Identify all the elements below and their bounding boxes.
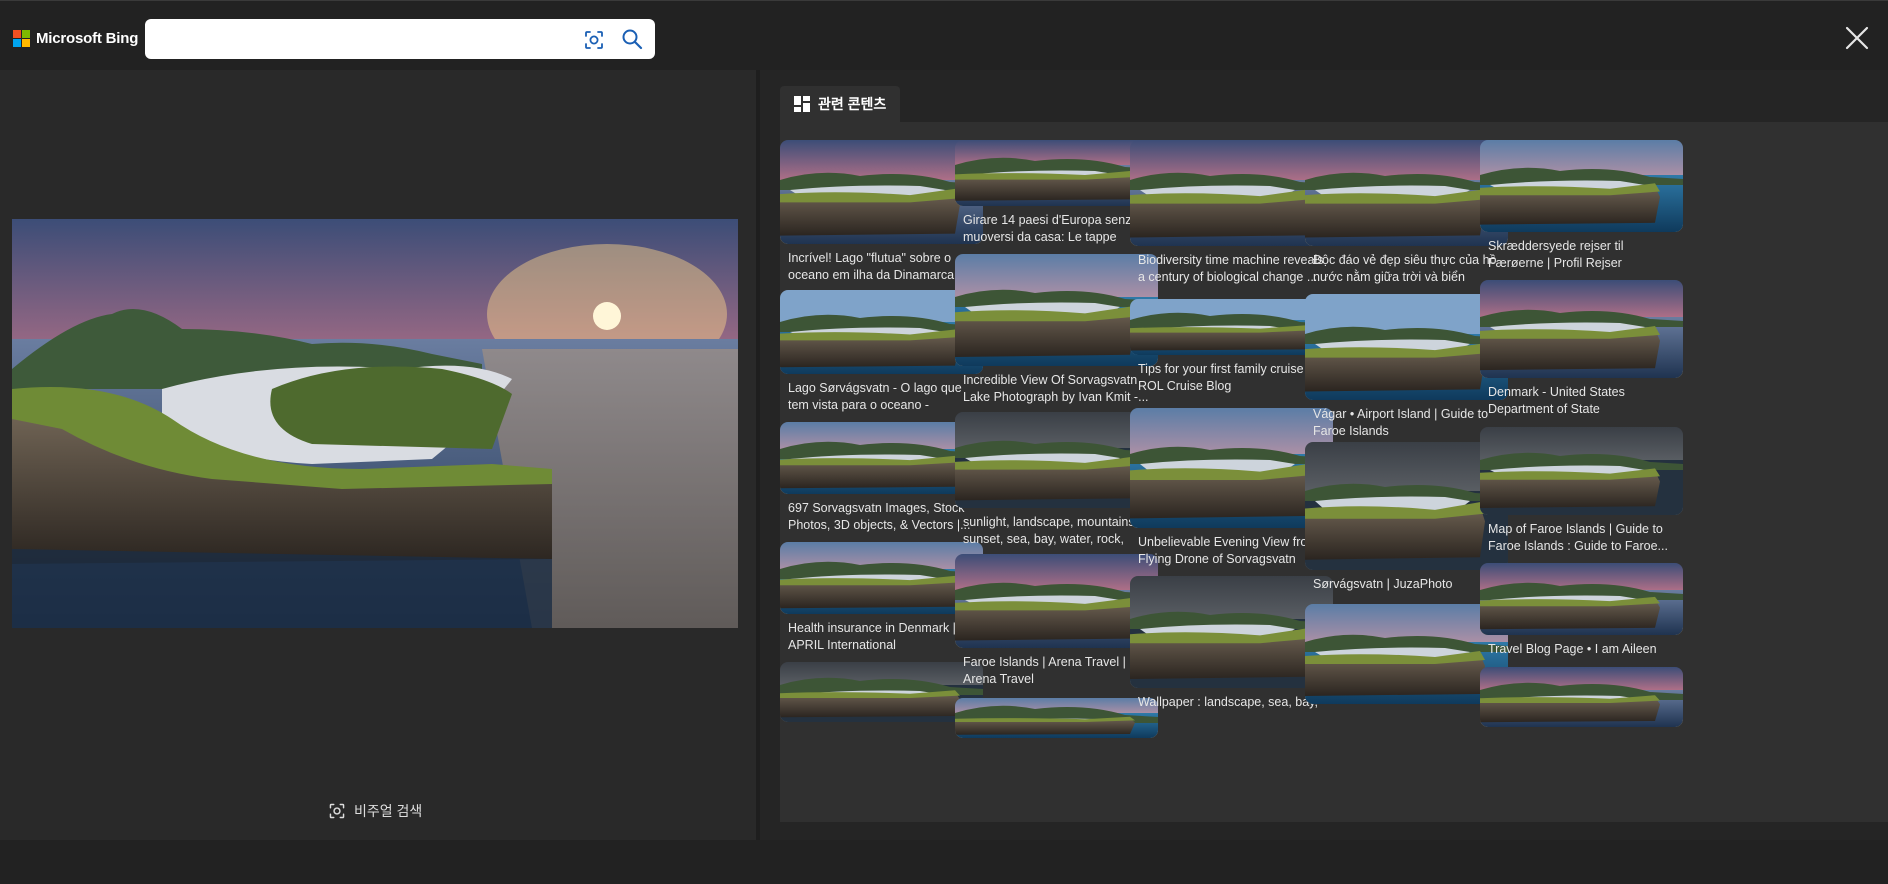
result-card[interactable]: 697 Sorvagsvatn Images, Stock Photos, 3D… xyxy=(780,422,983,534)
result-card[interactable]: Faroe Islands | Arena Travel | Arena Tra… xyxy=(955,554,1158,688)
visual-search-icon[interactable] xyxy=(583,29,605,51)
result-card[interactable]: Tips for your first family cruise | ROL … xyxy=(1130,299,1333,395)
result-caption[interactable]: Tips for your first family cruise | ROL … xyxy=(1130,361,1333,395)
grid-icon xyxy=(794,96,810,112)
result-thumbnail xyxy=(1130,408,1333,528)
result-thumbnail xyxy=(955,140,1158,206)
result-thumbnail xyxy=(1305,442,1508,570)
result-card[interactable] xyxy=(780,662,983,762)
result-thumbnail xyxy=(955,698,1158,738)
tab-related-content[interactable]: 관련 콘텐츠 xyxy=(780,86,900,122)
result-thumbnail xyxy=(1480,140,1683,232)
result-card[interactable]: Wallpaper : landscape, sea, bay, xyxy=(1130,576,1333,728)
result-thumbnail xyxy=(1130,576,1333,688)
result-caption[interactable] xyxy=(1480,733,1683,767)
top-bar: Microsoft Bing xyxy=(0,0,1888,70)
result-thumbnail xyxy=(1480,563,1683,635)
result-thumbnail xyxy=(1130,299,1333,355)
result-card[interactable]: Skræddersyede rejser til Færøerne | Prof… xyxy=(1480,140,1683,272)
visual-search-button[interactable]: 비주얼 검색 xyxy=(328,801,422,821)
bing-logo[interactable]: Microsoft Bing xyxy=(13,30,138,47)
result-caption[interactable]: sunlight, landscape, mountains, sunset, … xyxy=(955,514,1158,548)
result-thumbnail xyxy=(955,412,1158,508)
result-card[interactable] xyxy=(1480,667,1683,767)
search-icon[interactable] xyxy=(621,28,643,50)
result-caption[interactable]: Health insurance in Denmark | APRIL Inte… xyxy=(780,620,983,654)
result-card[interactable]: Incrível! Lago "flutua" sobre o oceano e… xyxy=(780,140,983,284)
result-caption[interactable]: Biodiversity time machine reveals a cent… xyxy=(1130,252,1333,286)
related-content-pane: 관련 콘텐츠 Incrível! Lago "flutua" sobre o o… xyxy=(760,70,1888,840)
result-thumbnail xyxy=(1305,604,1508,704)
result-thumbnail xyxy=(1480,667,1683,727)
result-caption[interactable] xyxy=(955,744,1158,778)
logo-text: Microsoft Bing xyxy=(36,30,139,47)
result-thumbnail xyxy=(1305,140,1508,246)
result-caption[interactable]: Faroe Islands | Arena Travel | Arena Tra… xyxy=(955,654,1158,688)
result-thumbnail xyxy=(780,290,983,374)
result-thumbnail xyxy=(1130,140,1333,246)
result-card[interactable]: Sørvágsvatn | JuzaPhoto xyxy=(1305,442,1508,610)
result-caption[interactable]: Map of Faroe Islands | Guide to Faroe Is… xyxy=(1480,521,1683,555)
result-card[interactable]: Vágar • Airport Island | Guide to Faroe … xyxy=(1305,294,1508,440)
result-thumbnail xyxy=(1305,294,1508,400)
result-card[interactable]: Denmark - United States Department of St… xyxy=(1480,280,1683,418)
result-thumbnail xyxy=(780,422,983,494)
result-card[interactable] xyxy=(1305,604,1508,744)
result-thumbnail xyxy=(955,554,1158,648)
result-caption[interactable]: 697 Sorvagsvatn Images, Stock Photos, 3D… xyxy=(780,500,983,534)
microsoft-logo-icon xyxy=(13,30,30,47)
result-caption[interactable]: Vágar • Airport Island | Guide to Faroe … xyxy=(1305,406,1508,440)
result-card[interactable]: Lago Sørvágsvatn - O lago que tem vista … xyxy=(780,290,983,414)
visual-search-label: 비주얼 검색 xyxy=(354,803,423,819)
visual-search-icon xyxy=(329,803,345,819)
result-card[interactable]: Travel Blog Page • I am Aileen xyxy=(1480,563,1683,675)
result-card[interactable]: Incredible View Of Sorvagsvatn Lake Phot… xyxy=(955,254,1158,406)
result-caption[interactable]: Incredible View Of Sorvagsvatn Lake Phot… xyxy=(955,372,1158,406)
search-box[interactable] xyxy=(145,19,655,59)
result-thumbnail xyxy=(780,662,983,722)
result-card[interactable]: sunlight, landscape, mountains, sunset, … xyxy=(955,412,1158,548)
main-image xyxy=(12,219,738,628)
result-caption[interactable]: Lago Sørvágsvatn - O lago que tem vista … xyxy=(780,380,983,414)
result-caption[interactable]: Độc đáo vẻ đẹp siêu thực của hồ nước nằm… xyxy=(1305,252,1508,286)
result-caption[interactable]: Incrível! Lago "flutua" sobre o oceano e… xyxy=(780,250,983,284)
result-thumbnail xyxy=(780,140,983,244)
result-card[interactable] xyxy=(955,698,1158,778)
result-caption[interactable]: Skræddersyede rejser til Færøerne | Prof… xyxy=(1480,238,1683,272)
close-icon[interactable] xyxy=(1844,25,1870,51)
result-caption[interactable]: Wallpaper : landscape, sea, bay, xyxy=(1130,694,1333,728)
tab-label: 관련 콘텐츠 xyxy=(818,96,887,112)
result-caption[interactable] xyxy=(1305,710,1508,744)
result-card[interactable]: Unbelievable Evening View from Flying Dr… xyxy=(1130,408,1333,568)
result-card[interactable]: Độc đáo vẻ đẹp siêu thực của hồ nước nằm… xyxy=(1305,140,1508,286)
result-caption[interactable]: Denmark - United States Department of St… xyxy=(1480,384,1683,418)
result-caption[interactable]: Unbelievable Evening View from Flying Dr… xyxy=(1130,534,1333,568)
bottom-bar xyxy=(0,840,1888,884)
search-input[interactable] xyxy=(157,27,577,51)
result-thumbnail xyxy=(780,542,983,614)
result-card[interactable]: Health insurance in Denmark | APRIL Inte… xyxy=(780,542,983,654)
result-card[interactable]: Map of Faroe Islands | Guide to Faroe Is… xyxy=(1480,427,1683,555)
result-thumbnail xyxy=(955,254,1158,366)
result-caption[interactable]: Girare 14 paesi d'Europa senza muoversi … xyxy=(955,212,1158,246)
result-card[interactable]: Girare 14 paesi d'Europa senza muoversi … xyxy=(955,140,1158,246)
results-grid: Incrível! Lago "flutua" sobre o oceano e… xyxy=(780,122,1888,822)
result-thumbnail xyxy=(1480,280,1683,378)
result-card[interactable]: Biodiversity time machine reveals a cent… xyxy=(1130,140,1333,286)
result-thumbnail xyxy=(1480,427,1683,515)
result-caption[interactable] xyxy=(780,728,983,762)
